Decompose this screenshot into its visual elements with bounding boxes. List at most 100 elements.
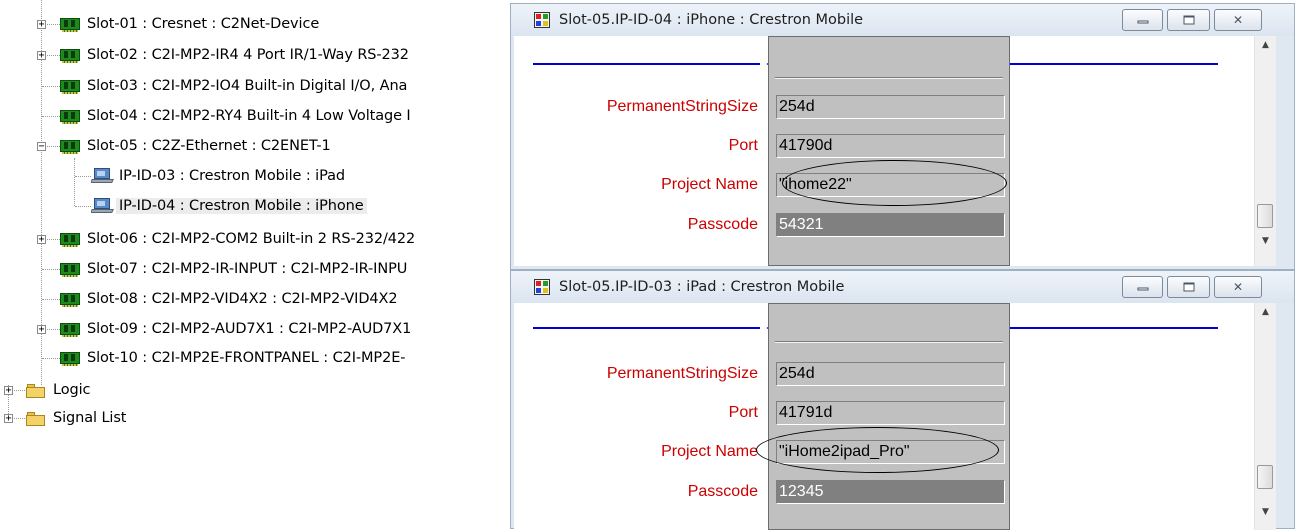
close-button[interactable]: ✕ <box>1214 9 1262 31</box>
scroll-up-icon[interactable]: ▲ <box>1255 303 1276 321</box>
tablet-device-icon <box>91 168 114 184</box>
tree-item-logic[interactable]: Logic <box>26 378 90 402</box>
tree-item-label: IP-ID-03 : Crestron Mobile : iPad <box>119 168 345 184</box>
expand-toggle-icon[interactable]: + <box>4 386 13 396</box>
symbol-divider <box>775 341 1003 343</box>
param-value-port[interactable]: 41791d <box>776 401 1005 425</box>
highlight-ellipse <box>782 160 1007 206</box>
param-label-permanent-string-size: PermanentStringSize <box>606 365 758 382</box>
expand-toggle-icon[interactable]: + <box>37 235 46 245</box>
collapse-toggle-icon[interactable]: − <box>37 142 46 152</box>
expand-toggle-icon[interactable]: + <box>37 325 46 335</box>
expand-toggle-icon[interactable]: + <box>4 414 13 424</box>
tree-item-slot-04[interactable]: Slot-04 : C2I-MP2-RY4 Built-in 4 Low Vol… <box>60 104 411 128</box>
circuit-card-icon <box>60 322 80 337</box>
signal-arrow-icon <box>1217 58 1226 70</box>
close-button[interactable]: ✕ <box>1214 276 1262 298</box>
circuit-card-icon <box>60 17 80 32</box>
tree-item-slot-05[interactable]: Slot-05 : C2Z-Ethernet : C2ENET-1 <box>60 134 331 158</box>
param-label-project-name: Project Name <box>661 443 758 460</box>
tree-item-ip-id-03[interactable]: IP-ID-03 : Crestron Mobile : iPad <box>91 164 345 188</box>
signal-line <box>533 63 769 65</box>
symbol-canvas[interactable]: ... ... PermanentStringSize 254d Port 41… <box>514 36 1274 266</box>
scroll-down-icon[interactable]: ▼ <box>1255 232 1276 250</box>
program-window-icon <box>534 279 550 295</box>
iphone-device-window: Slot-05.IP-ID-04 : iPhone : Crestron Mob… <box>510 3 1295 270</box>
program-window-icon <box>534 12 550 28</box>
tree-connector <box>74 158 75 206</box>
tree-item-slot-08[interactable]: Slot-08 : C2I-MP2-VID4X2 : C2I-MP2-VID4X… <box>60 287 398 311</box>
minimize-button[interactable] <box>1122 276 1163 298</box>
vertical-scrollbar[interactable]: ▲ ▼ <box>1254 36 1276 266</box>
param-value-permanent-string-size[interactable]: 254d <box>776 95 1005 119</box>
tree-connector <box>42 299 60 300</box>
circuit-card-icon <box>60 262 80 277</box>
tree-item-slot-06[interactable]: Slot-06 : C2I-MP2-COM2 Built-in 2 RS-232… <box>60 227 415 251</box>
param-label-port: Port <box>728 137 758 154</box>
tree-item-label: Slot-04 : C2I-MP2-RY4 Built-in 4 Low Vol… <box>87 108 411 124</box>
window-titlebar[interactable]: Slot-05.IP-ID-04 : iPhone : Crestron Mob… <box>511 4 1294 36</box>
circuit-card-icon <box>60 48 80 63</box>
tree-connector <box>42 86 60 87</box>
signal-arrow-icon <box>759 58 768 70</box>
tree-item-slot-01[interactable]: Slot-01 : Cresnet : C2Net-Device <box>60 12 319 36</box>
window-title: Slot-05.IP-ID-03 : iPad : Crestron Mobil… <box>559 279 845 295</box>
scroll-thumb[interactable] <box>1257 204 1273 228</box>
tree-item-ip-id-04[interactable]: IP-ID-04 : Crestron Mobile : iPhone <box>91 194 367 218</box>
vertical-scrollbar[interactable]: ▲ ▼ <box>1254 303 1276 530</box>
device-tree: + Slot-01 : Cresnet : C2Net-Device + Slo… <box>0 0 510 529</box>
tree-item-slot-03[interactable]: Slot-03 : C2I-MP2-IO4 Built-in Digital I… <box>60 74 407 98</box>
close-icon: ✕ <box>1232 280 1244 294</box>
ipad-device-window: Slot-05.IP-ID-03 : iPad : Crestron Mobil… <box>510 270 1295 530</box>
highlight-ellipse <box>756 427 999 473</box>
tree-connector <box>42 269 60 270</box>
param-label-port: Port <box>728 404 758 421</box>
tree-connector <box>42 116 60 117</box>
tree-item-label: Slot-07 : C2I-MP2-IR-INPUT : C2I-MP2-IR-… <box>87 261 408 277</box>
param-label-project-name: Project Name <box>661 176 758 193</box>
scroll-down-icon[interactable]: ▼ <box>1255 503 1276 521</box>
minimize-button[interactable] <box>1122 9 1163 31</box>
minimize-icon <box>1137 20 1148 24</box>
tree-item-slot-10[interactable]: Slot-10 : C2I-MP2E-FRONTPANEL : C2I-MP2E… <box>60 346 405 370</box>
circuit-card-icon <box>60 79 80 94</box>
tree-item-slot-09[interactable]: Slot-09 : C2I-MP2-AUD7X1 : C2I-MP2-AUD7X… <box>60 317 411 341</box>
param-value-port[interactable]: 41790d <box>776 134 1005 158</box>
signal-line <box>1010 327 1222 329</box>
param-value-passcode[interactable]: 12345 <box>776 480 1005 504</box>
symbol-divider <box>775 77 1003 79</box>
window-titlebar[interactable]: Slot-05.IP-ID-03 : iPad : Crestron Mobil… <box>511 271 1294 303</box>
tree-item-label: Slot-01 : Cresnet : C2Net-Device <box>87 16 320 32</box>
signal-arrow-icon <box>1217 322 1226 334</box>
maximize-icon <box>1183 15 1194 25</box>
expand-toggle-icon[interactable]: + <box>37 51 46 61</box>
circuit-card-icon <box>60 139 80 154</box>
param-value-permanent-string-size[interactable]: 254d <box>776 362 1005 386</box>
folder-icon <box>26 411 46 426</box>
tree-item-slot-07[interactable]: Slot-07 : C2I-MP2-IR-INPUT : C2I-MP2-IR-… <box>60 257 407 281</box>
tree-item-label: Slot-06 : C2I-MP2-COM2 Built-in 2 RS-232… <box>87 231 416 247</box>
window-title: Slot-05.IP-ID-04 : iPhone : Crestron Mob… <box>559 12 864 28</box>
scroll-up-icon[interactable]: ▲ <box>1255 36 1276 54</box>
tree-item-slot-02[interactable]: Slot-02 : C2I-MP2-IR4 4 Port IR/1-Way RS… <box>60 43 409 67</box>
tablet-device-icon <box>91 198 114 214</box>
expand-toggle-icon[interactable]: + <box>37 20 46 30</box>
signal-arrow-icon <box>759 322 768 334</box>
minimize-icon <box>1137 287 1148 291</box>
folder-icon <box>26 383 46 398</box>
maximize-button[interactable] <box>1167 9 1210 31</box>
circuit-card-icon <box>60 351 80 366</box>
tree-item-label: Slot-03 : C2I-MP2-IO4 Built-in Digital I… <box>87 78 408 94</box>
tree-item-label: IP-ID-04 : Crestron Mobile : iPhone <box>116 198 367 214</box>
maximize-button[interactable] <box>1167 276 1210 298</box>
param-label-passcode: Passcode <box>687 216 758 233</box>
tree-item-label: Logic <box>53 382 91 398</box>
tree-connector <box>75 176 91 177</box>
scroll-thumb[interactable] <box>1257 465 1273 489</box>
tree-item-label: Slot-10 : C2I-MP2E-FRONTPANEL : C2I-MP2E… <box>87 350 406 366</box>
circuit-card-icon <box>60 232 80 247</box>
param-value-passcode[interactable]: 54321 <box>776 213 1005 237</box>
symbol-canvas[interactable]: PermanentStringSize 254d Port 41791d Pro… <box>514 303 1274 530</box>
tree-item-signal-list[interactable]: Signal List <box>26 406 126 430</box>
tree-connector <box>75 206 91 207</box>
